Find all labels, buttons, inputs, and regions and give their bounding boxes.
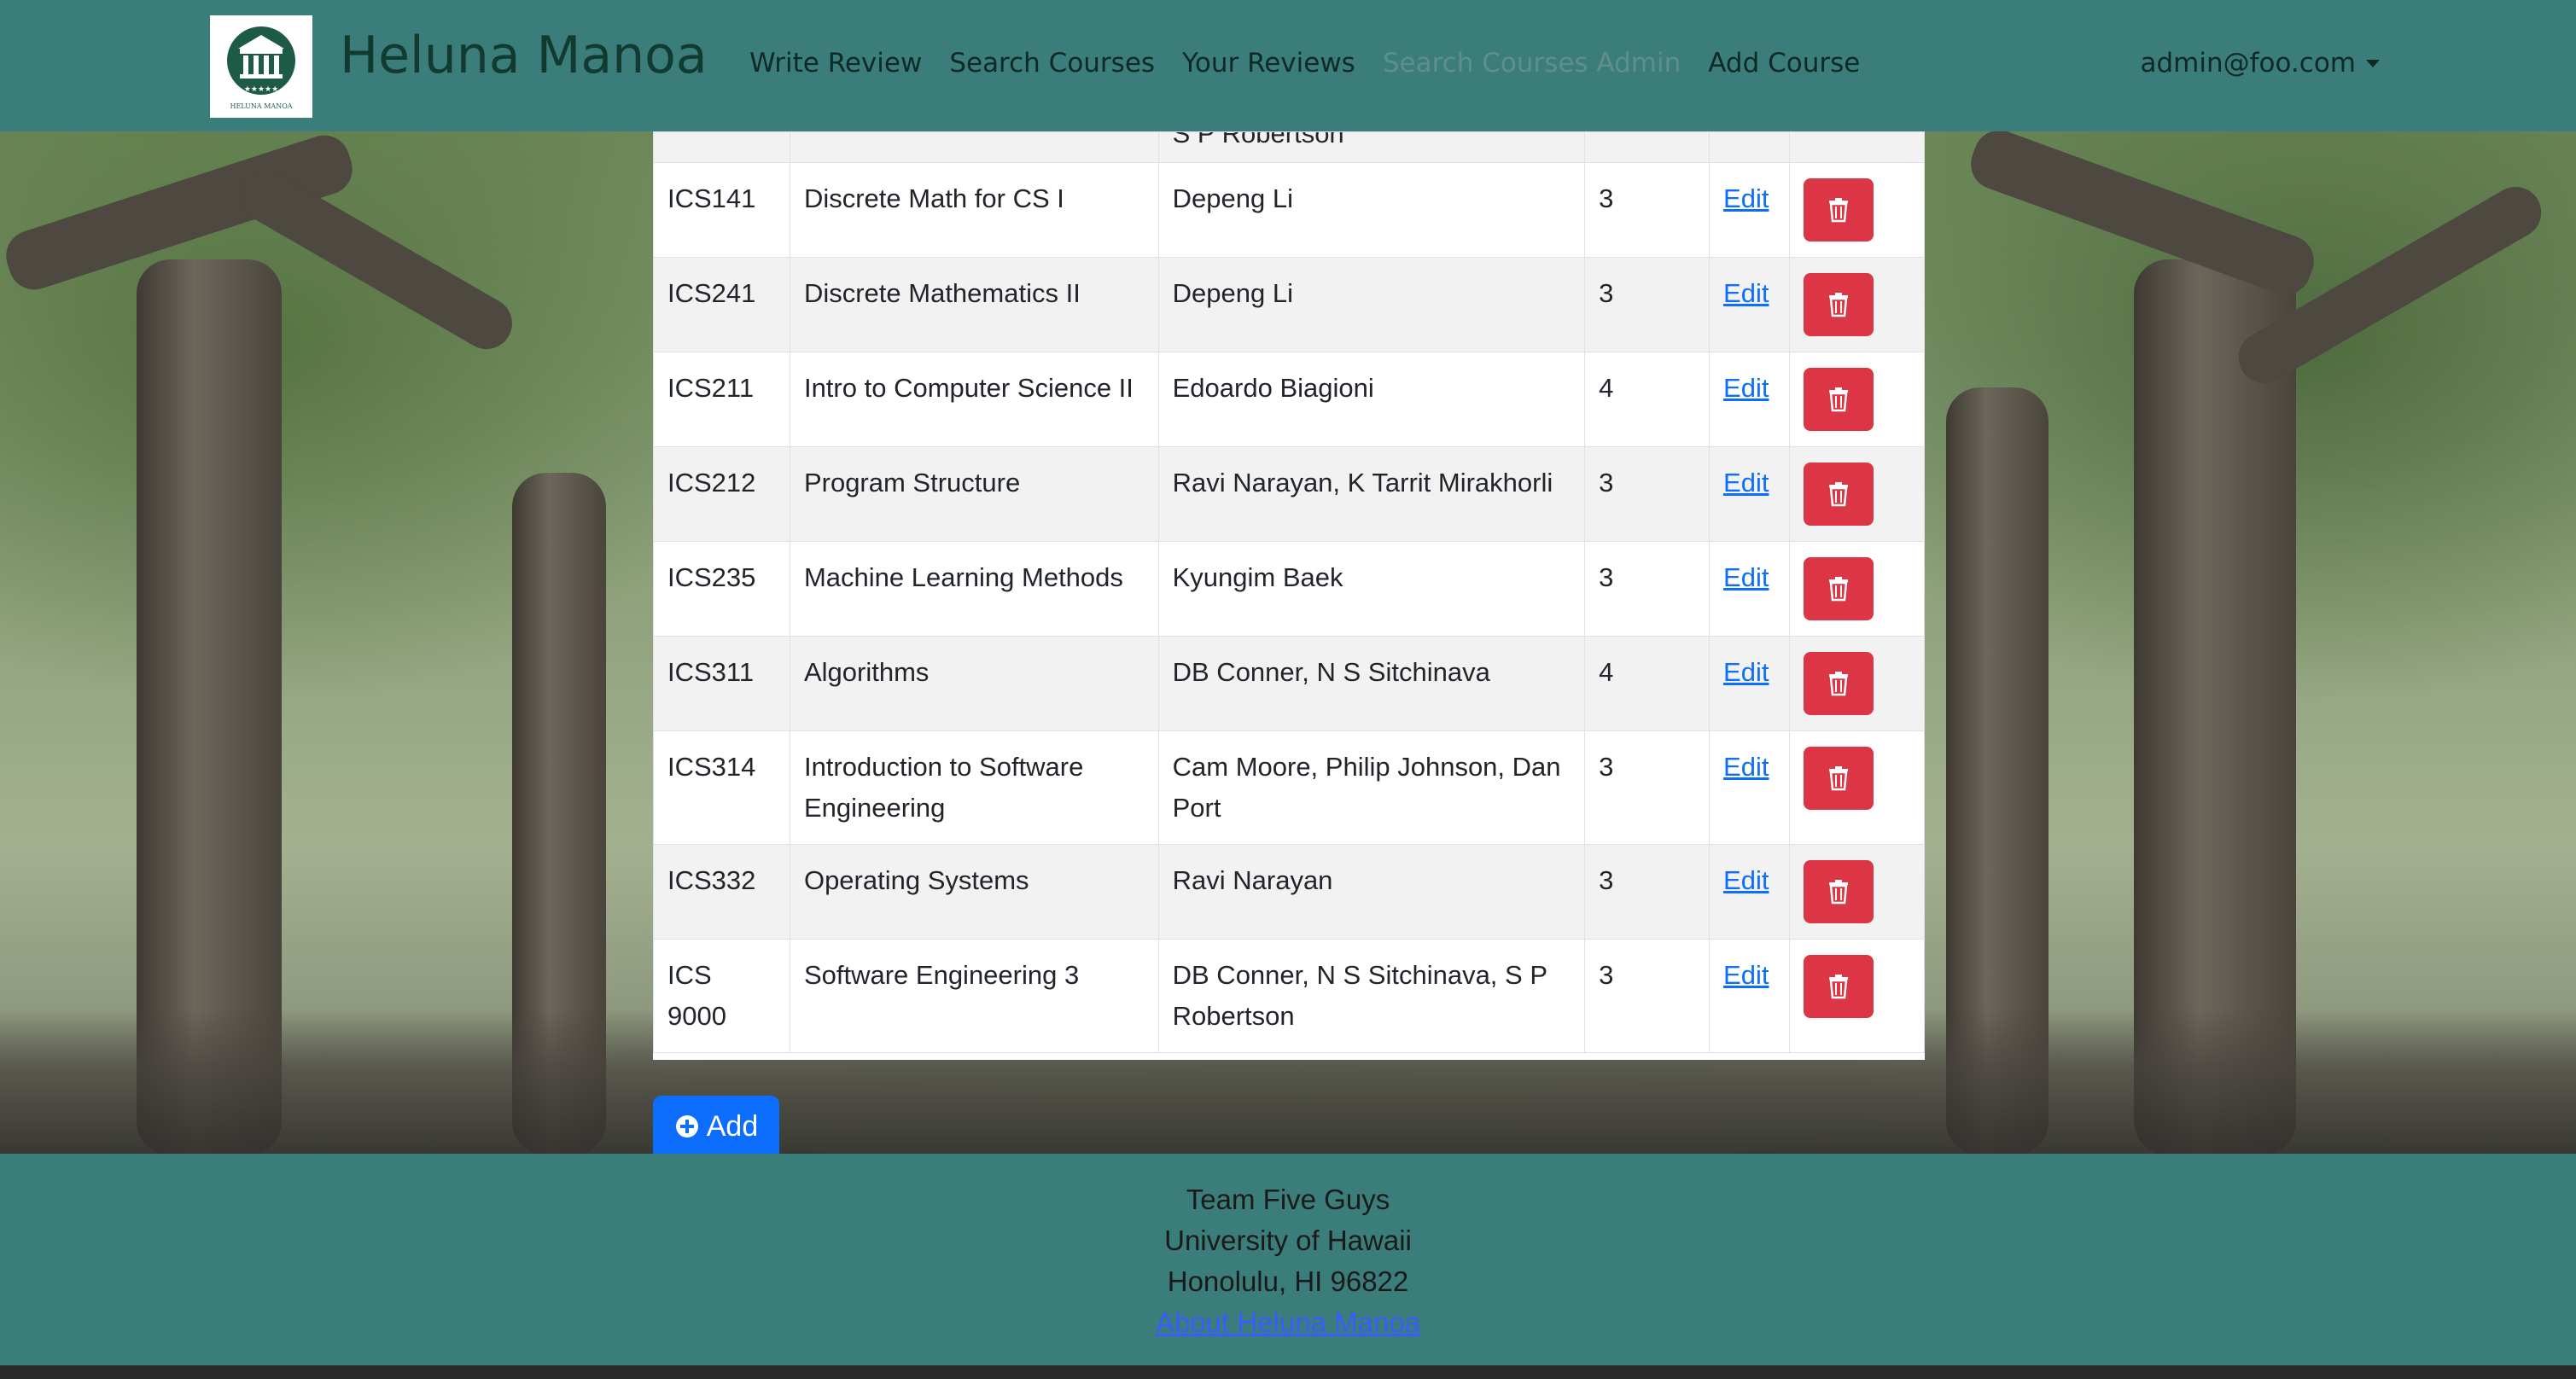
nav-search-courses-admin[interactable]: Search Courses Admin bbox=[1383, 48, 1681, 79]
course-instructors: Ravi Narayan, K Tarrit Mirakhorli bbox=[1157, 446, 1586, 542]
user-email: admin@foo.com bbox=[2140, 48, 2357, 79]
course-name: Machine Learning Methods bbox=[789, 541, 1159, 637]
edit-link[interactable]: Edit bbox=[1723, 183, 1769, 213]
trash-icon bbox=[1829, 293, 1849, 317]
course-instructors: DB Conner, N S Sitchinava bbox=[1157, 636, 1586, 731]
table-row: ICS141 Discrete Math for CS I Depeng Li … bbox=[653, 162, 1925, 258]
course-code: ICS 9000 bbox=[653, 939, 790, 1054]
site-logo[interactable]: ★★★★★ HELUNA MANOA bbox=[210, 15, 312, 118]
table-row: ICS212 Program Structure Ravi Narayan, K… bbox=[653, 446, 1925, 542]
edit-link[interactable]: Edit bbox=[1723, 865, 1769, 895]
course-code: ICS212 bbox=[653, 446, 790, 542]
edit-link[interactable]: Edit bbox=[1723, 468, 1769, 497]
user-dropdown[interactable]: admin@foo.com bbox=[2140, 48, 2380, 79]
delete-button[interactable] bbox=[1804, 652, 1874, 715]
delete-button[interactable] bbox=[1804, 178, 1874, 241]
course-credits: 4 bbox=[1584, 352, 1711, 447]
table-row: ICS314 Introduction to Software Engineer… bbox=[653, 730, 1925, 846]
course-instructors: Ravi Narayan bbox=[1157, 844, 1586, 940]
course-instructors: Kyungim Baek bbox=[1157, 541, 1586, 637]
course-credits: 3 bbox=[1584, 844, 1711, 940]
course-credits: 3 bbox=[1584, 541, 1711, 637]
nav-add-course[interactable]: Add Course bbox=[1708, 48, 1860, 79]
course-instructors: DB Conner, N S Sitchinava, S P Robertson bbox=[1157, 939, 1586, 1054]
course-code: ICS211 bbox=[653, 352, 790, 447]
edit-link[interactable]: Edit bbox=[1723, 562, 1769, 592]
delete-button[interactable] bbox=[1804, 955, 1874, 1019]
courses-table: S P Robertson ICS141 Discrete Math for C… bbox=[653, 131, 1925, 1060]
caret-down-icon bbox=[2366, 59, 2380, 67]
add-button-label: Add bbox=[706, 1109, 759, 1143]
footer: Team Five Guys University of Hawaii Hono… bbox=[0, 1154, 2576, 1379]
course-name: Operating Systems bbox=[789, 844, 1159, 940]
trash-icon bbox=[1829, 577, 1849, 602]
table-row: ICS211 Intro to Computer Science II Edoa… bbox=[653, 352, 1925, 447]
course-credits: 3 bbox=[1584, 162, 1711, 258]
trash-icon bbox=[1829, 482, 1849, 507]
course-code: ICS241 bbox=[653, 257, 790, 352]
course-name: Intro to Computer Science II bbox=[789, 352, 1159, 447]
table-row: ICS235 Machine Learning Methods Kyungim … bbox=[653, 541, 1925, 637]
table-row: ICS332 Operating Systems Ravi Narayan 3 … bbox=[653, 844, 1925, 940]
trash-icon bbox=[1829, 672, 1849, 696]
edit-link[interactable]: Edit bbox=[1723, 373, 1769, 403]
course-instructors: Edoardo Biagioni bbox=[1157, 352, 1586, 447]
course-code: ICS332 bbox=[653, 844, 790, 940]
course-name: Program Structure bbox=[789, 446, 1159, 542]
site-brand[interactable]: Heluna Manoa bbox=[340, 26, 708, 85]
trash-icon bbox=[1829, 880, 1849, 905]
course-credits: 3 bbox=[1584, 939, 1711, 1054]
course-code: ICS311 bbox=[653, 636, 790, 731]
table-row: ICS 9000 Software Engineering 3 DB Conne… bbox=[653, 939, 1925, 1054]
footer-team: Team Five Guys bbox=[1186, 1184, 1390, 1215]
svg-text:HELUNA MANOA: HELUNA MANOA bbox=[230, 102, 292, 110]
course-instructors: S P Robertson bbox=[1172, 131, 1344, 148]
table-row: S P Robertson bbox=[653, 131, 1925, 163]
course-name: Algorithms bbox=[789, 636, 1159, 731]
footer-university: University of Hawaii bbox=[1164, 1225, 1412, 1256]
nav-your-reviews[interactable]: Your Reviews bbox=[1182, 48, 1355, 79]
building-logo-icon: ★★★★★ HELUNA MANOA bbox=[227, 26, 295, 110]
edit-link[interactable]: Edit bbox=[1723, 278, 1769, 308]
table-row: ICS241 Discrete Mathematics II Depeng Li… bbox=[653, 257, 1925, 352]
course-name: Discrete Math for CS I bbox=[789, 162, 1159, 258]
course-code: ICS235 bbox=[653, 541, 790, 637]
course-name: Introduction to Software Engineering bbox=[789, 730, 1159, 846]
edit-link[interactable]: Edit bbox=[1723, 657, 1769, 687]
course-credits: 3 bbox=[1584, 446, 1711, 542]
delete-button[interactable] bbox=[1804, 747, 1874, 810]
top-navbar: ★★★★★ HELUNA MANOA Heluna Manoa Write Re… bbox=[0, 0, 2576, 131]
plus-circle-icon bbox=[675, 1115, 698, 1138]
delete-button[interactable] bbox=[1804, 463, 1874, 526]
course-credits: 4 bbox=[1584, 636, 1711, 731]
footer-location: Honolulu, HI 96822 bbox=[1167, 1266, 1409, 1297]
window-bottom-edge bbox=[0, 1365, 2576, 1379]
edit-link[interactable]: Edit bbox=[1723, 752, 1769, 782]
trash-icon bbox=[1829, 766, 1849, 791]
edit-link[interactable]: Edit bbox=[1723, 960, 1769, 990]
nav-links: Write Review Search Courses Your Reviews… bbox=[749, 48, 1887, 79]
trash-icon bbox=[1829, 975, 1849, 999]
course-instructors: Cam Moore, Philip Johnson, Dan Port bbox=[1157, 730, 1586, 846]
svg-text:★★★★★: ★★★★★ bbox=[244, 85, 278, 94]
delete-button[interactable] bbox=[1804, 368, 1874, 431]
course-code: ICS141 bbox=[653, 162, 790, 258]
delete-button[interactable] bbox=[1804, 557, 1874, 620]
trash-icon bbox=[1829, 198, 1849, 223]
trash-icon bbox=[1829, 387, 1849, 412]
nav-write-review[interactable]: Write Review bbox=[749, 48, 922, 79]
add-course-button[interactable]: Add bbox=[653, 1096, 779, 1157]
course-instructors: Depeng Li bbox=[1157, 257, 1586, 352]
course-instructors: Depeng Li bbox=[1157, 162, 1586, 258]
course-credits: 3 bbox=[1584, 257, 1711, 352]
nav-search-courses[interactable]: Search Courses bbox=[949, 48, 1155, 79]
table-row: ICS311 Algorithms DB Conner, N S Sitchin… bbox=[653, 636, 1925, 731]
course-credits: 3 bbox=[1584, 730, 1711, 846]
delete-button[interactable] bbox=[1804, 273, 1874, 336]
footer-about-link[interactable]: About Heluna Manoa bbox=[1156, 1306, 1420, 1338]
delete-button[interactable] bbox=[1804, 860, 1874, 924]
course-code: ICS314 bbox=[653, 730, 790, 846]
course-name: Discrete Mathematics II bbox=[789, 257, 1159, 352]
course-name: Software Engineering 3 bbox=[789, 939, 1159, 1054]
